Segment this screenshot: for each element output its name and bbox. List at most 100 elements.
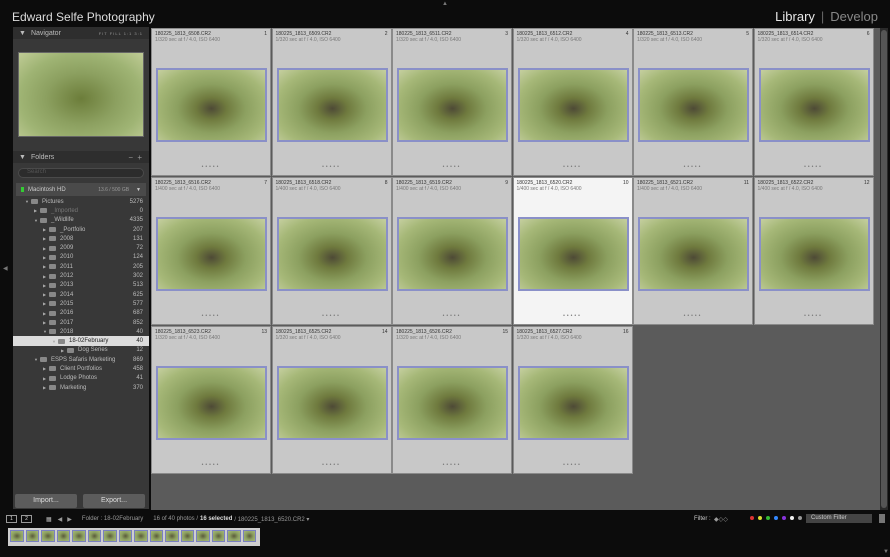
rating-dots[interactable]: •••••: [273, 313, 391, 319]
photo-thumbnail[interactable]: [638, 217, 749, 291]
folder-item[interactable]: ▼ _Wildlife 4335: [13, 216, 149, 225]
folder-item[interactable]: ▶ 2014 625: [13, 290, 149, 299]
grid-cell[interactable]: 180225_1813_6526.CR2 15 1/320 sec at f / 4…: [392, 326, 512, 474]
rating-dots[interactable]: •••••: [273, 462, 391, 468]
folder-item[interactable]: ▶ 2015 577: [13, 299, 149, 308]
folder-item[interactable]: ▶ Dog Series 12: [13, 346, 149, 355]
grid-cell[interactable]: 180225_1813_6513.CR2 5 1/320 sec at f / 4.…: [633, 28, 753, 176]
color-label-swatch[interactable]: [750, 516, 754, 520]
filmstrip-thumbnail[interactable]: [56, 530, 70, 542]
grid-scrollbar[interactable]: [880, 28, 888, 510]
source-folder[interactable]: Folder : 18-02February: [82, 516, 143, 522]
photo-thumbnail[interactable]: [517, 217, 629, 291]
rating-dots[interactable]: •••••: [514, 164, 632, 170]
collapse-bottom-icon[interactable]: ▼: [883, 549, 889, 555]
collapse-left-icon[interactable]: ◀: [3, 265, 8, 272]
grid-view-icon[interactable]: ▦: [46, 516, 52, 523]
folder-item[interactable]: ▶ 2017 852: [13, 318, 149, 327]
grid-cell[interactable]: 180225_1813_6508.CR2 1 1/320 sec at f / 4.…: [151, 28, 271, 176]
filmstrip-thumbnail[interactable]: [227, 530, 241, 542]
filmstrip-thumbnail[interactable]: [134, 530, 148, 542]
current-file[interactable]: / 180225_1813_6520.CR2 ▾: [234, 516, 309, 523]
module-develop[interactable]: Develop: [830, 9, 878, 24]
main-window-button[interactable]: 1: [6, 515, 17, 523]
color-label-swatch[interactable]: [766, 516, 770, 520]
folder-item[interactable]: ▶ 2016 687: [13, 309, 149, 318]
rating-dots[interactable]: •••••: [514, 462, 632, 468]
rating-dots[interactable]: •••••: [152, 462, 270, 468]
grid-cell[interactable]: 180225_1813_6518.CR2 8 1/400 sec at f / 4.…: [271, 177, 392, 325]
photo-thumbnail[interactable]: [397, 68, 508, 142]
grid-cell[interactable]: 180225_1813_6527.CR2 16 1/320 sec at f / 4…: [512, 326, 633, 474]
filmstrip-thumbnail[interactable]: [165, 530, 179, 542]
rating-dots[interactable]: •••••: [755, 313, 873, 319]
rating-dots[interactable]: •••••: [634, 313, 752, 319]
folder-item[interactable]: ▶ Lodge Photos 41: [13, 374, 149, 383]
import-button[interactable]: Import...: [15, 494, 77, 508]
photo-thumbnail[interactable]: [758, 217, 870, 291]
filter-preset-select[interactable]: Custom Filter: [806, 514, 872, 523]
photo-thumbnail[interactable]: [156, 68, 267, 142]
grid-cell[interactable]: 180225_1813_6520.CR2 10 1/400 sec at f / 4…: [512, 177, 633, 325]
filmstrip-thumbnail[interactable]: [10, 530, 24, 542]
forward-arrow-icon[interactable]: ▶: [67, 516, 72, 523]
photo-thumbnail[interactable]: [156, 217, 267, 291]
folder-item[interactable]: ▶ 2010 124: [13, 253, 149, 262]
folder-item[interactable]: ▶ 2013 513: [13, 281, 149, 290]
flag-filter-icons[interactable]: ◆◇◇: [714, 516, 728, 523]
photo-thumbnail[interactable]: [276, 68, 388, 142]
module-library[interactable]: Library: [775, 9, 815, 24]
rating-dots[interactable]: •••••: [152, 313, 270, 319]
volume-macintosh-hd[interactable]: Macintosh HD 13.6 / 500 GB ▼: [16, 183, 146, 196]
filmstrip-thumbnail[interactable]: [72, 530, 86, 542]
color-label-swatch[interactable]: [782, 516, 786, 520]
folders-header[interactable]: ▼ Folders − +: [13, 151, 149, 163]
grid-cell[interactable]: 180225_1813_6512.CR2 4 1/320 sec at f / 4.…: [512, 28, 633, 176]
folder-item[interactable]: ▼ 2018 40: [13, 327, 149, 336]
photo-thumbnail[interactable]: [517, 68, 629, 142]
second-window-button[interactable]: 2: [21, 515, 32, 523]
color-label-swatch[interactable]: [790, 516, 794, 520]
collapse-top-icon[interactable]: ▲: [442, 1, 448, 7]
folder-item[interactable]: ▶ 2012 302: [13, 271, 149, 280]
rating-dots[interactable]: •••••: [755, 164, 873, 170]
rating-dots[interactable]: •••••: [393, 313, 511, 319]
filmstrip-thumbnail[interactable]: [180, 530, 194, 542]
color-label-swatch[interactable]: [774, 516, 778, 520]
folder-item[interactable]: ▶ 2008 131: [13, 234, 149, 243]
scrollbar-thumb[interactable]: [881, 30, 887, 508]
photo-thumbnail[interactable]: [638, 68, 749, 142]
folder-item[interactable]: ▶ Marketing 370: [13, 383, 149, 392]
filmstrip-thumbnail[interactable]: [118, 530, 132, 542]
grid-cell[interactable]: 180225_1813_6511.CR2 3 1/320 sec at f / 4.…: [392, 28, 512, 176]
folder-item[interactable]: ▶ 2009 72: [13, 243, 149, 252]
photo-thumbnail[interactable]: [276, 217, 388, 291]
navigator-header[interactable]: ▼ Navigator FIT FILL 1:1 3:1: [13, 27, 149, 39]
grid-cell[interactable]: 180225_1813_6516.CR2 7 1/400 sec at f / 4.…: [151, 177, 271, 325]
rating-dots[interactable]: •••••: [273, 164, 391, 170]
photo-thumbnail[interactable]: [397, 217, 508, 291]
grid-cell[interactable]: 180225_1813_6514.CR2 6 1/320 sec at f / 4.…: [753, 28, 874, 176]
photo-thumbnail[interactable]: [517, 366, 629, 440]
rating-dots[interactable]: •••••: [152, 164, 270, 170]
photo-thumbnail[interactable]: [156, 366, 267, 440]
grid-cell[interactable]: 180225_1813_6523.CR2 13 1/320 sec at f / 4…: [151, 326, 271, 474]
photo-thumbnail[interactable]: [397, 366, 508, 440]
zoom-options[interactable]: FIT FILL 1:1 3:1: [99, 31, 143, 36]
rating-dots[interactable]: •••••: [393, 462, 511, 468]
grid-cell[interactable]: 180225_1813_6521.CR2 11 1/400 sec at f / 4…: [633, 177, 753, 325]
color-label-swatch[interactable]: [798, 516, 802, 520]
export-button[interactable]: Export...: [83, 494, 145, 508]
folder-search-input[interactable]: Search: [18, 168, 144, 178]
folder-item[interactable]: ▶ 2011 205: [13, 262, 149, 271]
folder-item[interactable]: ▶ _Portfolio 207: [13, 225, 149, 234]
rating-dots[interactable]: •••••: [514, 313, 632, 319]
rating-dots[interactable]: •••••: [634, 164, 752, 170]
folder-item[interactable]: ▶ _Imported 0: [13, 206, 149, 215]
navigator-preview[interactable]: [18, 52, 144, 137]
folder-item[interactable]: ▼ 18-02February 40: [13, 336, 149, 346]
filmstrip-thumbnail[interactable]: [25, 530, 39, 542]
filmstrip-thumbnail[interactable]: [103, 530, 117, 542]
filmstrip-thumbnail[interactable]: [41, 530, 55, 542]
filter-lock-icon[interactable]: [879, 514, 885, 523]
